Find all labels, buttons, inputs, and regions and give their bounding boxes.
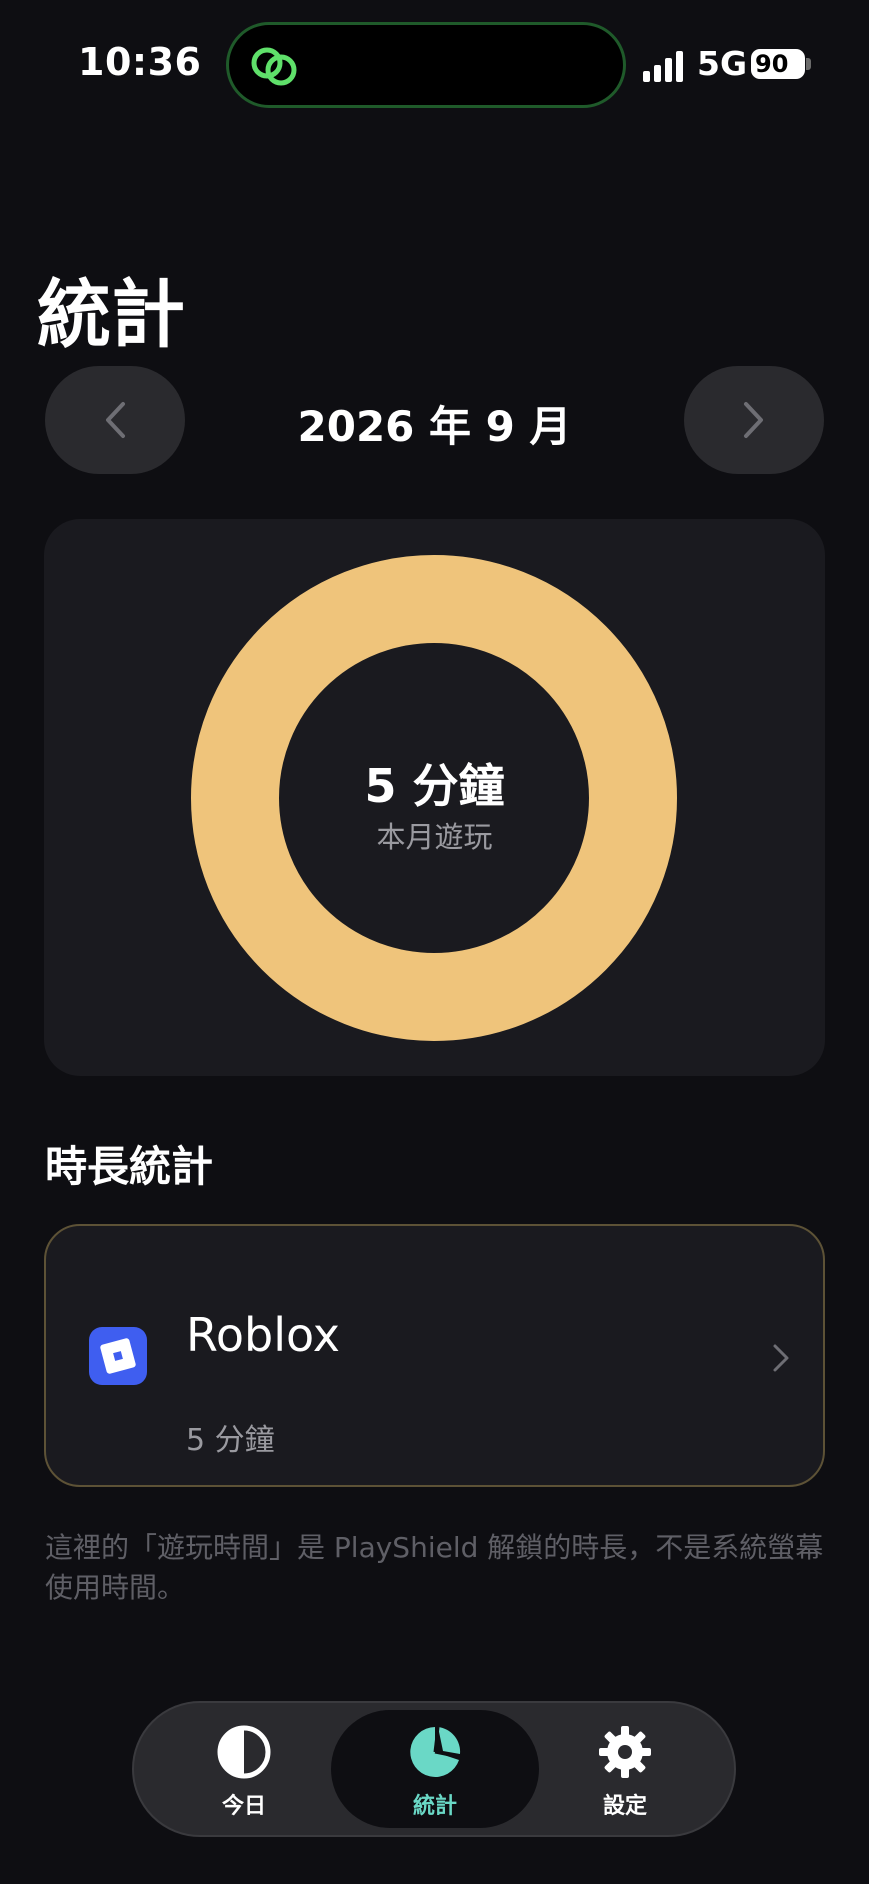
- pie-chart-icon: [410, 1726, 461, 1777]
- tab-settings-label: 設定: [602, 1794, 647, 1819]
- statistics-screen: 10:36 5G 90 統計 2026 年 9 月 5 分鐘 本月遊玩 時長統計: [0, 0, 869, 1884]
- section-title: 時長統計: [45, 1142, 214, 1191]
- chevron-right-icon: [773, 1344, 789, 1372]
- total-playtime-caption: 本月遊玩: [376, 820, 493, 854]
- roblox-icon: [89, 1327, 147, 1385]
- tab-today[interactable]: 今日: [164, 1724, 324, 1824]
- app-duration: 5 分鐘: [186, 1423, 275, 1458]
- tab-settings[interactable]: 設定: [545, 1724, 705, 1824]
- tab-statistics[interactable]: 統計: [355, 1724, 515, 1824]
- gear-icon: [599, 1726, 651, 1778]
- app-name: Roblox: [186, 1308, 340, 1362]
- tab-today-label: 今日: [221, 1794, 266, 1819]
- tab-statistics-label: 統計: [412, 1794, 457, 1819]
- footnote: 這裡的「遊玩時間」是 PlayShield 解鎖的時長，不是系統螢幕使用時間。: [45, 1531, 824, 1604]
- app-row-roblox[interactable]: [44, 1224, 825, 1487]
- half-circle-icon: [217, 1725, 271, 1779]
- total-playtime: 5 分鐘: [364, 759, 505, 813]
